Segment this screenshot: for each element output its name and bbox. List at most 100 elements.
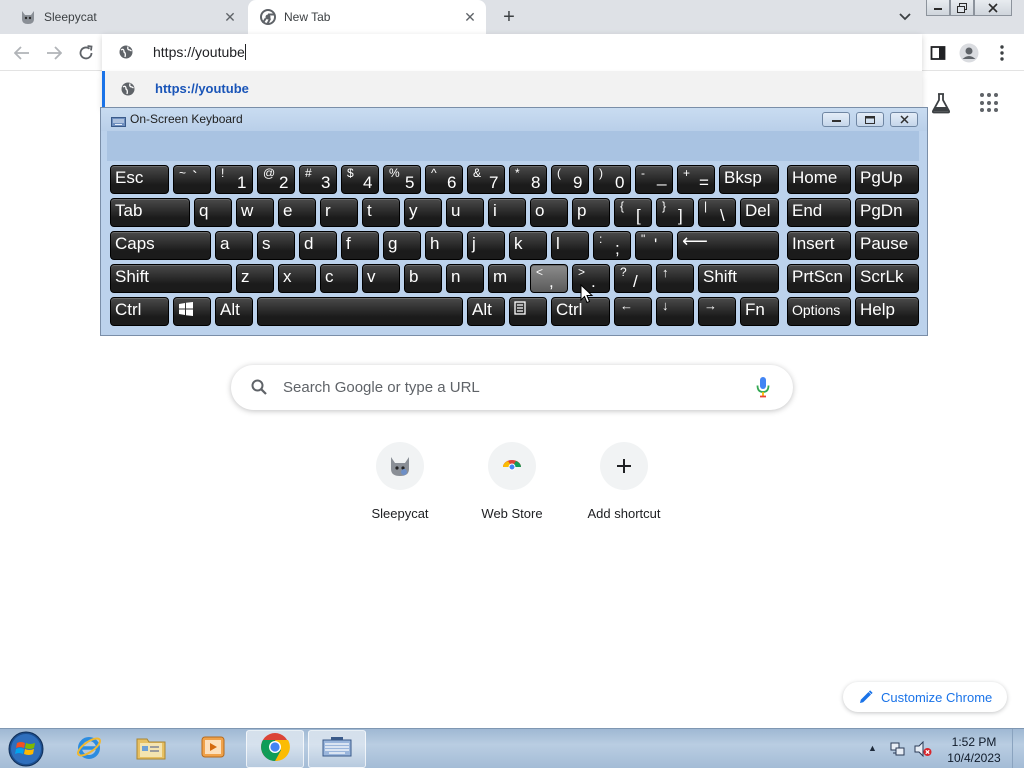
key-pgdn[interactable]: PgDn [855,198,919,227]
key-left-bracket[interactable]: {[ [614,198,652,227]
key-c[interactable]: c [320,264,358,293]
key-z[interactable]: z [236,264,274,293]
key-right-bracket[interactable]: }] [656,198,694,227]
key-end[interactable]: End [787,198,851,227]
taskbar-on-screen-keyboard[interactable] [308,730,366,768]
key-scrlk[interactable]: ScrLk [855,264,919,293]
key-e[interactable]: e [278,198,316,227]
key-i[interactable]: i [488,198,526,227]
key-k[interactable]: k [509,231,547,260]
suggestion-item[interactable]: https://youtube [102,71,922,107]
key-menu[interactable] [509,297,547,326]
key-help[interactable]: Help [855,297,919,326]
restore-window-button[interactable] [950,0,974,16]
start-button[interactable] [4,730,48,768]
key-left-shift[interactable]: Shift [110,264,232,293]
key-equals[interactable]: + = [677,165,715,194]
google-apps-icon[interactable] [980,93,1000,113]
key-pause[interactable]: Pause [855,231,919,260]
key-r[interactable]: r [320,198,358,227]
shortcut-web-store[interactable]: Web Store [456,442,568,521]
key-s[interactable]: s [257,231,295,260]
key-insert[interactable]: Insert [787,231,851,260]
key-d[interactable]: d [299,231,337,260]
key-esc[interactable]: Esc [110,165,169,194]
osk-close-button[interactable] [890,112,918,127]
ntp-search-box[interactable]: Search Google or type a URL [231,365,793,410]
key-m[interactable]: m [488,264,526,293]
customize-chrome-button[interactable]: Customize Chrome [843,682,1007,712]
osk-titlebar[interactable]: On-Screen Keyboard [101,108,927,131]
key-right-arrow[interactable]: → [698,297,736,326]
key-backslash[interactable]: | \ [698,198,736,227]
taskbar-media-player[interactable] [184,730,242,768]
key-tilde[interactable]: ~ ` [173,165,211,194]
key-left-alt[interactable]: Alt [215,297,253,326]
key-9[interactable]: (9 [551,165,589,194]
key-p[interactable]: p [572,198,610,227]
address-bar-text[interactable]: https://youtube [153,44,246,60]
key-up-arrow[interactable]: ↑ [656,264,694,293]
key-pgup[interactable]: PgUp [855,165,919,194]
key-v[interactable]: v [362,264,400,293]
key-backspace[interactable]: Bksp [719,165,779,194]
key-l[interactable]: l [551,231,589,260]
key-w[interactable]: w [236,198,274,227]
network-icon[interactable] [890,741,906,757]
taskbar-file-explorer[interactable] [122,730,180,768]
key-a[interactable]: a [215,231,253,260]
osk-minimize-button[interactable] [822,112,850,127]
forward-button[interactable] [43,42,65,64]
key-y[interactable]: y [404,198,442,227]
more-menu-icon[interactable] [991,42,1013,64]
key-minus[interactable]: - _ [635,165,673,194]
key-enter[interactable]: ⟵ [677,231,779,260]
voice-search-mic-icon[interactable] [755,376,771,398]
key-n[interactable]: n [446,264,484,293]
close-tab-icon[interactable]: ✕ [220,7,240,27]
key-right-shift[interactable]: Shift [698,264,779,293]
key-q[interactable]: q [194,198,232,227]
key-quote[interactable]: " ' [635,231,673,260]
key-6[interactable]: ^ 6 [425,165,463,194]
key-down-arrow[interactable]: ↓ [656,297,694,326]
key-t[interactable]: t [362,198,400,227]
close-tab-icon[interactable]: ✕ [460,7,480,27]
show-hidden-icons-icon[interactable]: ▲ [868,743,877,753]
address-bar[interactable]: https://youtube [102,34,922,71]
tab-search-chevron-icon[interactable] [894,8,916,26]
key-h[interactable]: h [425,231,463,260]
reload-button[interactable] [75,42,97,64]
new-tab-button[interactable]: + [498,6,520,28]
key-b[interactable]: b [404,264,442,293]
key-right-alt[interactable]: Alt [467,297,505,326]
volume-muted-icon[interactable] [914,740,932,758]
minimize-window-button[interactable] [926,0,950,16]
key-8[interactable]: * 8 [509,165,547,194]
tab-sleepycat[interactable]: Sleepycat ✕ [8,0,246,34]
key-left-ctrl[interactable]: Ctrl [110,297,169,326]
close-window-button[interactable] [974,0,1012,16]
key-windows[interactable] [173,297,211,326]
taskbar-internet-explorer[interactable] [60,730,118,768]
key-7[interactable]: & 7 [467,165,505,194]
system-clock[interactable]: 1:52 PM 10/4/2023 [940,734,1008,766]
key-3[interactable]: #3 [299,165,337,194]
key-left-arrow[interactable]: ← [614,297,652,326]
key-1[interactable]: ! 1 [215,165,253,194]
key-0[interactable]: ) 0 [593,165,631,194]
labs-flask-icon[interactable] [930,92,952,114]
key-fn[interactable]: Fn [740,297,779,326]
back-button[interactable] [11,42,33,64]
key-5[interactable]: % 5 [383,165,421,194]
key-del[interactable]: Del [740,198,779,227]
key-semicolon[interactable]: :; [593,231,631,260]
osk-maximize-button[interactable] [856,112,884,127]
key-prtscn[interactable]: PrtScn [787,264,851,293]
tab-new-tab[interactable]: New Tab ✕ [248,0,486,34]
key-options[interactable]: Options [787,297,851,326]
key-o[interactable]: o [530,198,568,227]
key-g[interactable]: g [383,231,421,260]
key-f[interactable]: f [341,231,379,260]
key-j[interactable]: j [467,231,505,260]
